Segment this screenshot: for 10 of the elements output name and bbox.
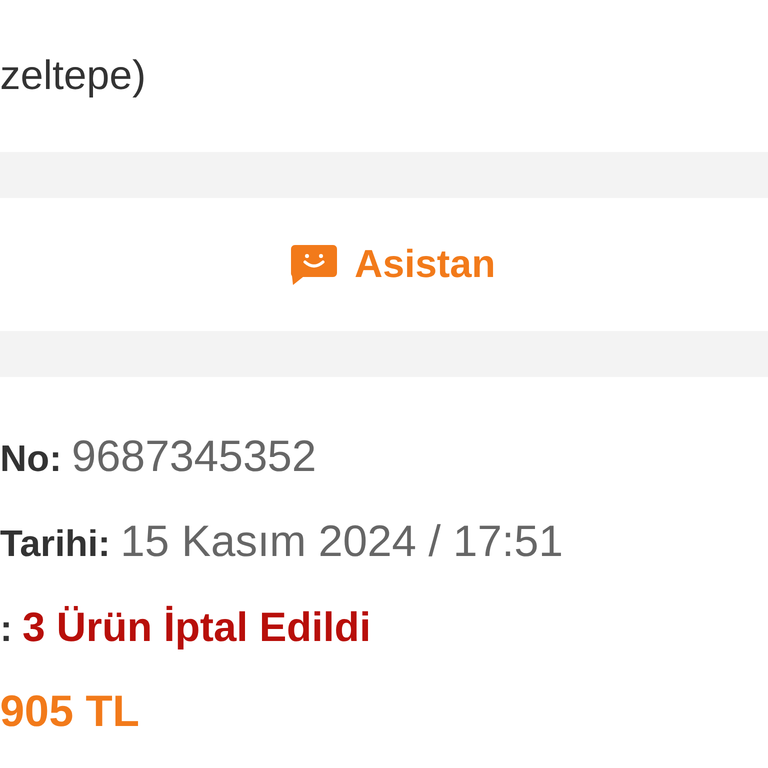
detail-label: Tarihi: (0, 522, 110, 566)
detail-value: 9687345352 (72, 433, 316, 481)
detail-label: : (0, 607, 12, 651)
detail-label: No: (0, 437, 62, 481)
address-text: zeltepe) (0, 52, 146, 98)
detail-value: 15 Kasım 2024 / 17:51 (120, 518, 564, 566)
order-total: 905 TL (0, 688, 140, 736)
assistant-button[interactable]: Asistan (290, 240, 496, 288)
order-status: 3 Ürün İptal Edildi (22, 603, 371, 651)
smiley-chat-icon (290, 244, 337, 284)
